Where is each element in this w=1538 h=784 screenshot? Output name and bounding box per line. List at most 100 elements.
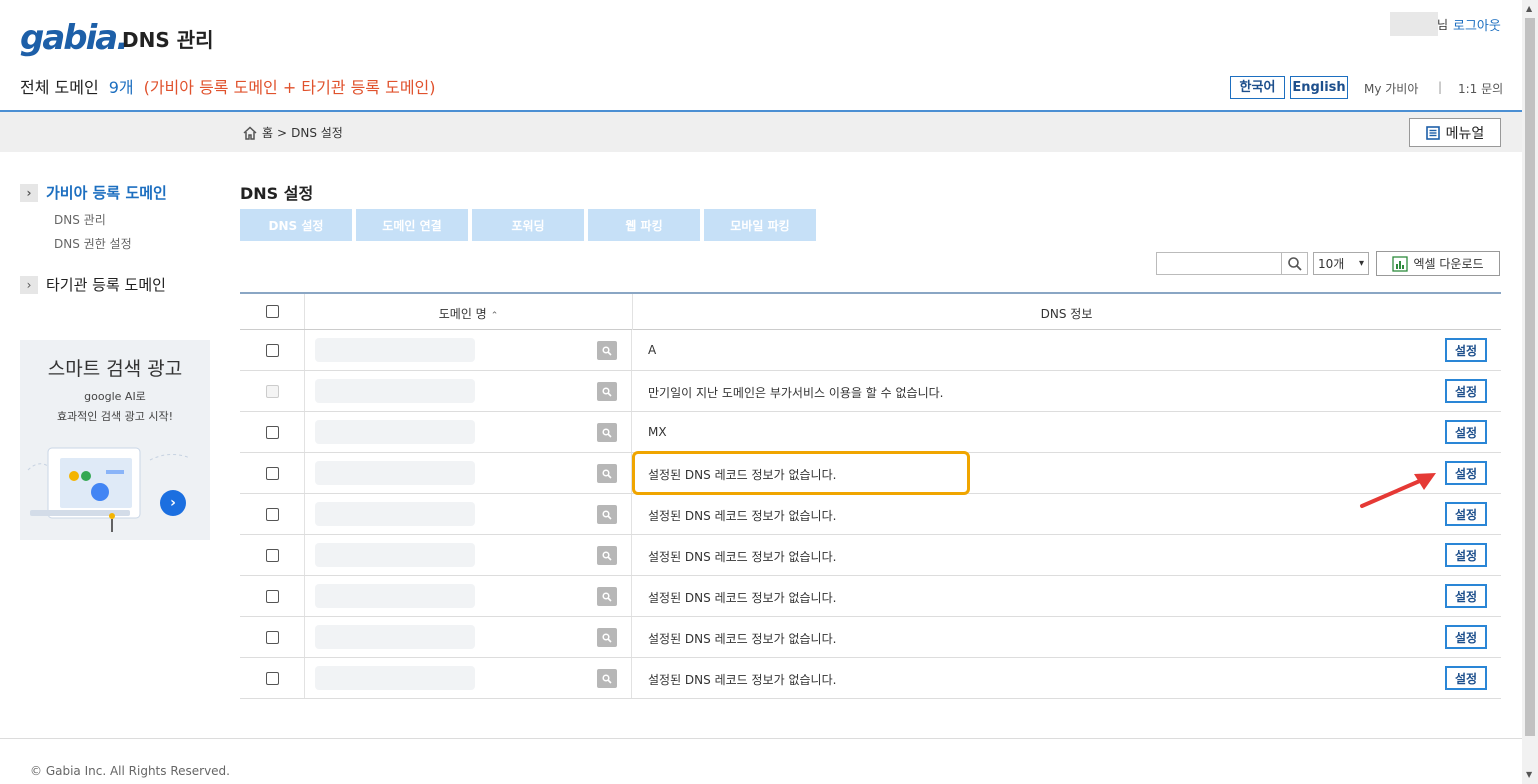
domain-count: 9개 [108, 78, 134, 97]
row-checkbox-cell [240, 371, 305, 411]
sidebar-group-other[interactable]: › 타기관 등록 도메인 [20, 274, 166, 295]
lang-english-button[interactable]: English [1290, 76, 1348, 99]
select-all-checkbox[interactable] [265, 305, 279, 318]
excel-download-button[interactable]: 엑셀 다운로드 [1376, 251, 1500, 276]
search-icon [1287, 256, 1302, 271]
table-row: 설정된 DNS 레코드 정보가 없습니다. 설정 [240, 658, 1501, 699]
domain-name-cell [305, 535, 632, 575]
row-checkbox[interactable] [265, 630, 279, 644]
domain-name-redacted [315, 666, 475, 690]
scroll-up-icon[interactable]: ▲ [1526, 4, 1532, 13]
row-checkbox[interactable] [265, 548, 279, 562]
row-checkbox[interactable] [265, 507, 279, 521]
row-checkbox-cell [240, 453, 305, 493]
home-icon[interactable] [242, 125, 258, 141]
ad-banner[interactable]: 스마트 검색 광고 google AI로 효과적인 검색 광고 시작! › [20, 340, 210, 540]
sort-asc-icon[interactable]: ⌃ [491, 311, 499, 321]
tab-forwarding[interactable]: 포워딩 [472, 209, 584, 241]
column-domain-name[interactable]: 도메인 명 ⌃ [305, 305, 632, 322]
domain-search-button[interactable] [597, 382, 617, 401]
dns-set-button[interactable]: 설정 [1445, 502, 1487, 526]
row-checkbox[interactable] [265, 343, 279, 357]
lang-korean-button[interactable]: 한국어 [1230, 76, 1285, 99]
breadcrumb-home[interactable]: 홈 [262, 124, 273, 141]
scroll-down-icon[interactable]: ▼ [1526, 770, 1532, 779]
column-domain-name-label: 도메인 명 [438, 307, 487, 321]
magnifier-icon [602, 591, 612, 602]
tab-domain-connect[interactable]: 도메인 연결 [356, 209, 468, 241]
table-header: 도메인 명 ⌃ DNS 정보 [240, 294, 1501, 330]
sidebar-item-dns-manage[interactable]: DNS 관리 [54, 211, 106, 228]
domain-search-button[interactable] [597, 505, 617, 524]
dns-set-button[interactable]: 설정 [1445, 584, 1487, 608]
logout-link[interactable]: 로그아웃 [1453, 15, 1501, 34]
tab-dns-settings[interactable]: DNS 설정 [240, 209, 352, 241]
row-checkbox[interactable] [265, 425, 279, 439]
column-dns-info: DNS 정보 [1040, 307, 1093, 321]
row-checkbox[interactable] [265, 671, 279, 685]
domain-search-button[interactable] [597, 464, 617, 483]
magnifier-icon [602, 427, 612, 438]
row-checkbox-cell [240, 330, 305, 370]
row-checkbox[interactable] [265, 466, 279, 480]
sidebar-item-dns-permission[interactable]: DNS 권한 설정 [54, 235, 132, 252]
dns-set-button[interactable]: 설정 [1445, 666, 1487, 690]
magnifier-icon [602, 509, 612, 520]
tab-mobile-parking[interactable]: 모바일 파킹 [704, 209, 816, 241]
dns-info-cell: MX 설정 [632, 412, 1501, 452]
red-arrow-annotation [1360, 473, 1436, 508]
magnifier-icon [602, 345, 612, 356]
table-row: A 설정 [240, 330, 1501, 371]
dns-set-button[interactable]: 설정 [1445, 543, 1487, 567]
domain-search-button[interactable] [597, 546, 617, 565]
manual-button[interactable]: 메뉴얼 [1409, 118, 1501, 147]
row-checkbox[interactable] [265, 589, 279, 603]
row-checkbox-cell [240, 412, 305, 452]
dns-info-text: MX [648, 425, 667, 439]
search-button[interactable] [1281, 252, 1308, 275]
dns-set-button[interactable]: 설정 [1445, 379, 1487, 403]
dns-info-cell: 설정된 DNS 레코드 정보가 없습니다. 설정 [632, 658, 1501, 698]
domain-search-button[interactable] [597, 341, 617, 360]
dns-set-button[interactable]: 설정 [1445, 625, 1487, 649]
summary-note: (가비아 등록 도메인 + 타기관 등록 도메인) [143, 78, 436, 97]
domain-search-button[interactable] [597, 628, 617, 647]
row-checkbox [265, 384, 279, 398]
summary-label: 전체 도메인 [20, 78, 99, 97]
breadcrumb-bar [0, 112, 1522, 152]
domain-name-cell [305, 330, 632, 370]
domain-name-cell [305, 412, 632, 452]
inquiry-link[interactable]: 1:1 문의 [1458, 80, 1503, 97]
sidebar-group-gabia[interactable]: › 가비아 등록 도메인 [20, 182, 167, 203]
magnifier-icon [602, 632, 612, 643]
scrollbar-thumb[interactable] [1525, 18, 1535, 736]
domain-name-redacted [315, 379, 475, 403]
user-suffix: 님 [1437, 18, 1449, 32]
domain-search-button[interactable] [597, 669, 617, 688]
chevron-right-icon: › [20, 183, 38, 202]
domain-search-button[interactable] [597, 423, 617, 442]
gabia-logo[interactable]: gabia. [20, 18, 129, 58]
sidebar-group-label: 가비아 등록 도메인 [46, 184, 167, 202]
dns-set-button[interactable]: 설정 [1445, 461, 1487, 485]
page-size-select[interactable]: 10개 ▾ [1313, 252, 1369, 275]
section-title: DNS 설정 [240, 184, 314, 203]
dns-set-button[interactable]: 설정 [1445, 420, 1487, 444]
dns-set-button[interactable]: 설정 [1445, 338, 1487, 362]
domain-search-button[interactable] [597, 587, 617, 606]
dns-info-cell: A 설정 [632, 330, 1501, 370]
tab-web-parking[interactable]: 웹 파킹 [588, 209, 700, 241]
domain-name-redacted [315, 625, 475, 649]
domain-name-redacted [315, 420, 475, 444]
my-gabia-link[interactable]: My 가비아 [1364, 80, 1418, 97]
copyright: © Gabia Inc. All Rights Reserved. [30, 764, 230, 778]
excel-label: 엑셀 다운로드 [1413, 257, 1484, 271]
dns-info-cell: 설정된 DNS 레코드 정보가 없습니다. 설정 [632, 617, 1501, 657]
dns-info-cell: 만기일이 지난 도메인은 부가서비스 이용을 할 수 없습니다. 설정 [632, 371, 1501, 411]
page-scrollbar[interactable]: ▲ ▼ [1522, 0, 1538, 784]
magnifier-icon [602, 673, 612, 684]
breadcrumb: 홈 > DNS 설정 [242, 124, 343, 141]
search-input[interactable] [1156, 252, 1282, 275]
arrow-right-icon[interactable]: › [160, 490, 186, 516]
table-row: 설정된 DNS 레코드 정보가 없습니다. 설정 [240, 494, 1501, 535]
